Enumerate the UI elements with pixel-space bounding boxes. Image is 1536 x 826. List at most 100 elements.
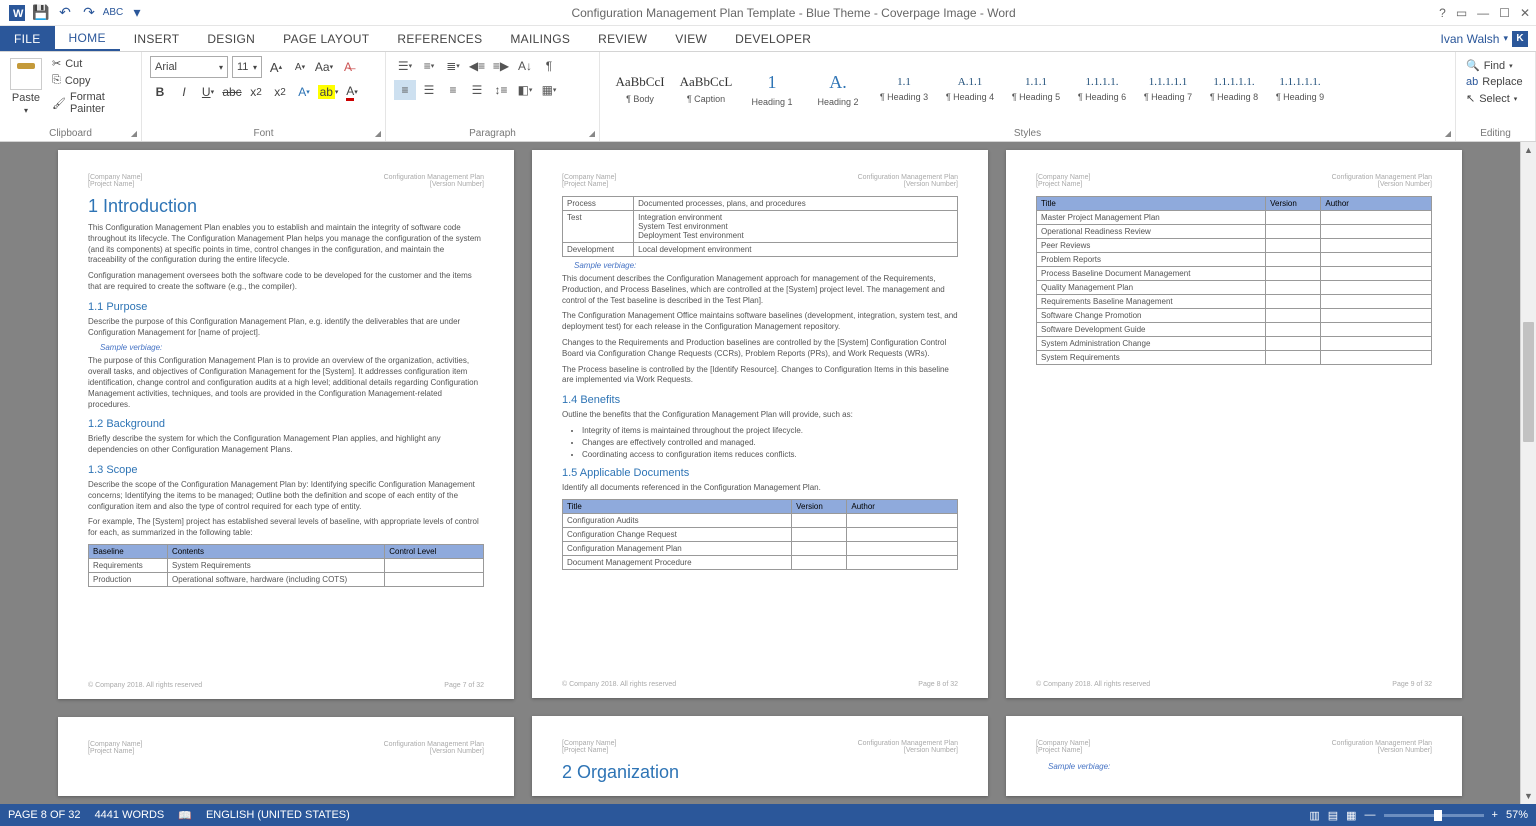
font-color-button[interactable]: A▾ xyxy=(342,82,362,102)
zoom-out-button[interactable]: ― xyxy=(1365,809,1376,821)
bold-button[interactable]: B xyxy=(150,82,170,102)
style--caption[interactable]: AaBbCcL¶ Caption xyxy=(674,56,738,122)
zoom-slider[interactable] xyxy=(1384,814,1484,817)
subscript-button[interactable]: x2 xyxy=(246,82,266,102)
spelling-button[interactable]: ABC xyxy=(102,2,124,24)
style--heading-5[interactable]: 1.1.1¶ Heading 5 xyxy=(1004,56,1068,122)
group-clipboard: Paste ▾ ✂Cut ⎘Copy 🖌Format Painter Clipb… xyxy=(0,52,142,141)
shrink-font-button[interactable]: A▾ xyxy=(290,57,310,77)
bullets-button[interactable]: ☰▾ xyxy=(394,56,416,76)
strikethrough-button[interactable]: abc xyxy=(222,82,242,102)
zoom-in-button[interactable]: + xyxy=(1492,809,1498,821)
status-page[interactable]: PAGE 8 OF 32 xyxy=(8,809,81,821)
select-button[interactable]: ↖Select▾ xyxy=(1464,91,1527,106)
paste-button[interactable]: Paste ▾ xyxy=(8,56,44,139)
maximize-button[interactable]: ☐ xyxy=(1499,6,1510,20)
status-words[interactable]: 4441 WORDS xyxy=(95,809,165,821)
benefits-list: Integrity of items is maintained through… xyxy=(582,426,958,459)
style--heading-6[interactable]: 1.1.1.1.¶ Heading 6 xyxy=(1070,56,1134,122)
style--heading-7[interactable]: 1.1.1.1.1¶ Heading 7 xyxy=(1136,56,1200,122)
scroll-up-button[interactable]: ▲ xyxy=(1521,142,1536,158)
style--heading-9[interactable]: 1.1.1.1.1.¶ Heading 9 xyxy=(1268,56,1332,122)
text-effects-button[interactable]: A▾ xyxy=(294,82,314,102)
cut-button[interactable]: ✂Cut xyxy=(50,56,133,71)
clear-formatting-button[interactable]: A̶ xyxy=(338,57,358,77)
save-button[interactable]: 💾 xyxy=(30,2,52,24)
help-icon[interactable]: ? xyxy=(1439,6,1446,20)
qat-customize[interactable]: ▾ xyxy=(126,2,148,24)
align-center-button[interactable]: ☰ xyxy=(418,80,440,100)
align-right-button[interactable]: ≡ xyxy=(442,80,464,100)
redo-button[interactable]: ↷ xyxy=(78,2,100,24)
font-dialog-launcher[interactable]: ◢ xyxy=(375,129,381,138)
view-read-mode[interactable]: ▥ xyxy=(1309,809,1319,822)
style--heading-3[interactable]: 1.1¶ Heading 3 xyxy=(872,56,936,122)
style-heading-1[interactable]: 1Heading 1 xyxy=(740,56,804,122)
paragraph-dialog-launcher[interactable]: ◢ xyxy=(589,129,595,138)
page-11: [Company Name][Project Name]Configuratio… xyxy=(532,716,988,796)
tab-page-layout[interactable]: PAGE LAYOUT xyxy=(269,26,383,51)
line-spacing-button[interactable]: ↕≡ xyxy=(490,80,512,100)
replace-button[interactable]: abReplace xyxy=(1464,75,1527,89)
view-web-layout[interactable]: ▦ xyxy=(1346,809,1356,822)
vertical-scrollbar[interactable]: ▲ ▼ xyxy=(1520,142,1536,804)
style-gallery[interactable]: AaBbCcI¶ BodyAaBbCcL¶ Caption1Heading 1A… xyxy=(608,56,1447,122)
change-case-button[interactable]: Aa▾ xyxy=(314,57,334,77)
document-area[interactable]: [Company Name][Project Name]Configuratio… xyxy=(0,142,1520,804)
show-marks-button[interactable]: ¶ xyxy=(538,56,560,76)
group-label-styles: Styles xyxy=(600,128,1455,139)
grow-font-button[interactable]: A▴ xyxy=(266,57,286,77)
superscript-button[interactable]: x2 xyxy=(270,82,290,102)
underline-button[interactable]: U▾ xyxy=(198,82,218,102)
copy-button[interactable]: ⎘Copy xyxy=(50,73,133,88)
window-title: Configuration Management Plan Template -… xyxy=(148,6,1439,20)
font-family-select[interactable]: Arial▾ xyxy=(150,56,228,78)
sort-button[interactable]: A↓ xyxy=(514,56,536,76)
minimize-button[interactable]: ― xyxy=(1477,6,1489,20)
proofing-icon[interactable]: 📖 xyxy=(178,809,192,822)
tab-insert[interactable]: INSERT xyxy=(120,26,194,51)
clipboard-dialog-launcher[interactable]: ◢ xyxy=(131,129,137,138)
find-button[interactable]: 🔍Find▾ xyxy=(1464,58,1527,73)
decrease-indent-button[interactable]: ◀≡ xyxy=(466,56,488,76)
style--heading-8[interactable]: 1.1.1.1.1.¶ Heading 8 xyxy=(1202,56,1266,122)
tab-developer[interactable]: DEVELOPER xyxy=(721,26,825,51)
scroll-thumb[interactable] xyxy=(1523,322,1534,442)
zoom-level[interactable]: 57% xyxy=(1506,809,1528,821)
increase-indent-button[interactable]: ≡▶ xyxy=(490,56,512,76)
tab-review[interactable]: REVIEW xyxy=(584,26,661,51)
numbering-button[interactable]: ≡▾ xyxy=(418,56,440,76)
highlight-button[interactable]: ab▾ xyxy=(318,82,338,102)
style--body[interactable]: AaBbCcI¶ Body xyxy=(608,56,672,122)
italic-button[interactable]: I xyxy=(174,82,194,102)
view-print-layout[interactable]: ▤ xyxy=(1328,809,1338,822)
heading-purpose: 1.1 Purpose xyxy=(88,301,484,313)
table-baselines: BaselineContentsControl LevelRequirement… xyxy=(88,544,484,587)
style--heading-4[interactable]: A.1.1¶ Heading 4 xyxy=(938,56,1002,122)
style-heading-2[interactable]: A.Heading 2 xyxy=(806,56,870,122)
status-language[interactable]: ENGLISH (UNITED STATES) xyxy=(206,809,350,821)
tab-home[interactable]: HOME xyxy=(55,26,120,51)
scroll-down-button[interactable]: ▼ xyxy=(1521,788,1536,804)
page-12: [Company Name][Project Name]Configuratio… xyxy=(1006,716,1462,796)
user-account[interactable]: Ivan Walsh ▾ K xyxy=(1433,26,1536,51)
multilevel-button[interactable]: ≣▾ xyxy=(442,56,464,76)
page-8: [Company Name][Project Name]Configuratio… xyxy=(532,150,988,698)
justify-button[interactable]: ☰ xyxy=(466,80,488,100)
word-icon[interactable]: W xyxy=(6,2,28,24)
undo-button[interactable]: ↶ xyxy=(54,2,76,24)
align-left-button[interactable]: ≡ xyxy=(394,80,416,100)
font-size-select[interactable]: 11▾ xyxy=(232,56,262,78)
statusbar: PAGE 8 OF 32 4441 WORDS 📖 ENGLISH (UNITE… xyxy=(0,804,1536,826)
ribbon-options-icon[interactable]: ▭ xyxy=(1456,6,1467,20)
tab-view[interactable]: VIEW xyxy=(661,26,721,51)
close-button[interactable]: ✕ xyxy=(1520,6,1530,20)
styles-dialog-launcher[interactable]: ◢ xyxy=(1445,129,1451,138)
tab-mailings[interactable]: MAILINGS xyxy=(496,26,584,51)
format-painter-button[interactable]: 🖌Format Painter xyxy=(50,90,133,116)
tab-design[interactable]: DESIGN xyxy=(193,26,269,51)
shading-button[interactable]: ◧▾ xyxy=(514,80,536,100)
borders-button[interactable]: ▦▾ xyxy=(538,80,560,100)
tab-references[interactable]: REFERENCES xyxy=(383,26,496,51)
tab-file[interactable]: FILE xyxy=(0,26,55,51)
